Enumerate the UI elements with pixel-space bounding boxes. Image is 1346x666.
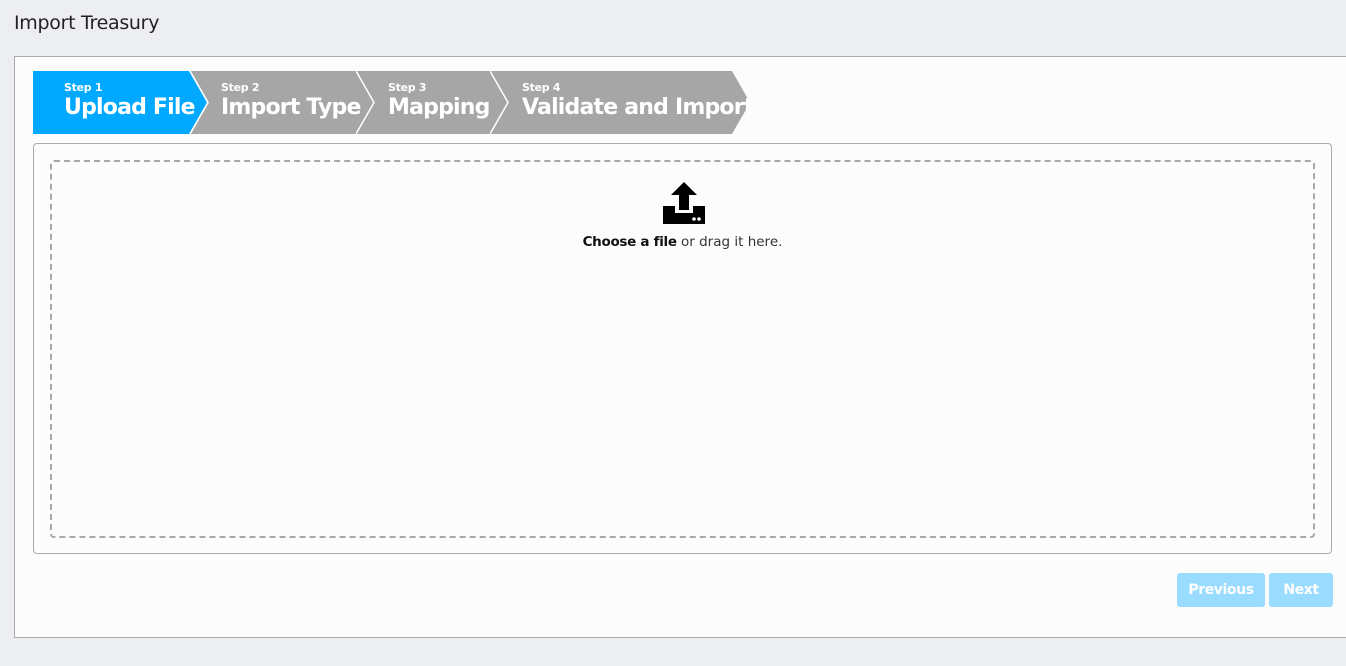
wizard-step-validate-and-import[interactable]: Step 4 Validate and Import <box>490 71 754 134</box>
upload-icon <box>663 182 705 224</box>
wizard-step-mapping[interactable]: Step 3 Mapping <box>356 71 512 134</box>
step-label: Import Type <box>221 95 361 120</box>
wizard-step-import-type[interactable]: Step 2 Import Type <box>190 71 376 134</box>
step-number: Step 1 <box>64 81 103 94</box>
step-number: Step 2 <box>221 81 260 94</box>
choose-file-link[interactable]: Choose a file <box>583 234 677 250</box>
step-label: Upload File <box>64 95 196 120</box>
upload-content-box: Choose a file or drag it here. <box>33 143 1332 554</box>
dropzone-text: Choose a file or drag it here. <box>52 234 1313 250</box>
next-button[interactable]: Next <box>1269 573 1333 607</box>
step-label: Validate and Import <box>522 95 754 120</box>
drag-hint: or drag it here. <box>676 234 783 250</box>
previous-button[interactable]: Previous <box>1177 573 1265 607</box>
page-title: Import Treasury <box>14 12 160 34</box>
step-label: Mapping <box>388 95 490 120</box>
import-panel: Step 1 Upload File Step 2 Import Type St… <box>14 56 1346 638</box>
step-number: Step 4 <box>522 81 561 94</box>
step-number: Step 3 <box>388 81 427 94</box>
wizard-step-upload-file[interactable]: Step 1 Upload File <box>33 71 209 134</box>
file-dropzone[interactable]: Choose a file or drag it here. <box>50 160 1315 538</box>
